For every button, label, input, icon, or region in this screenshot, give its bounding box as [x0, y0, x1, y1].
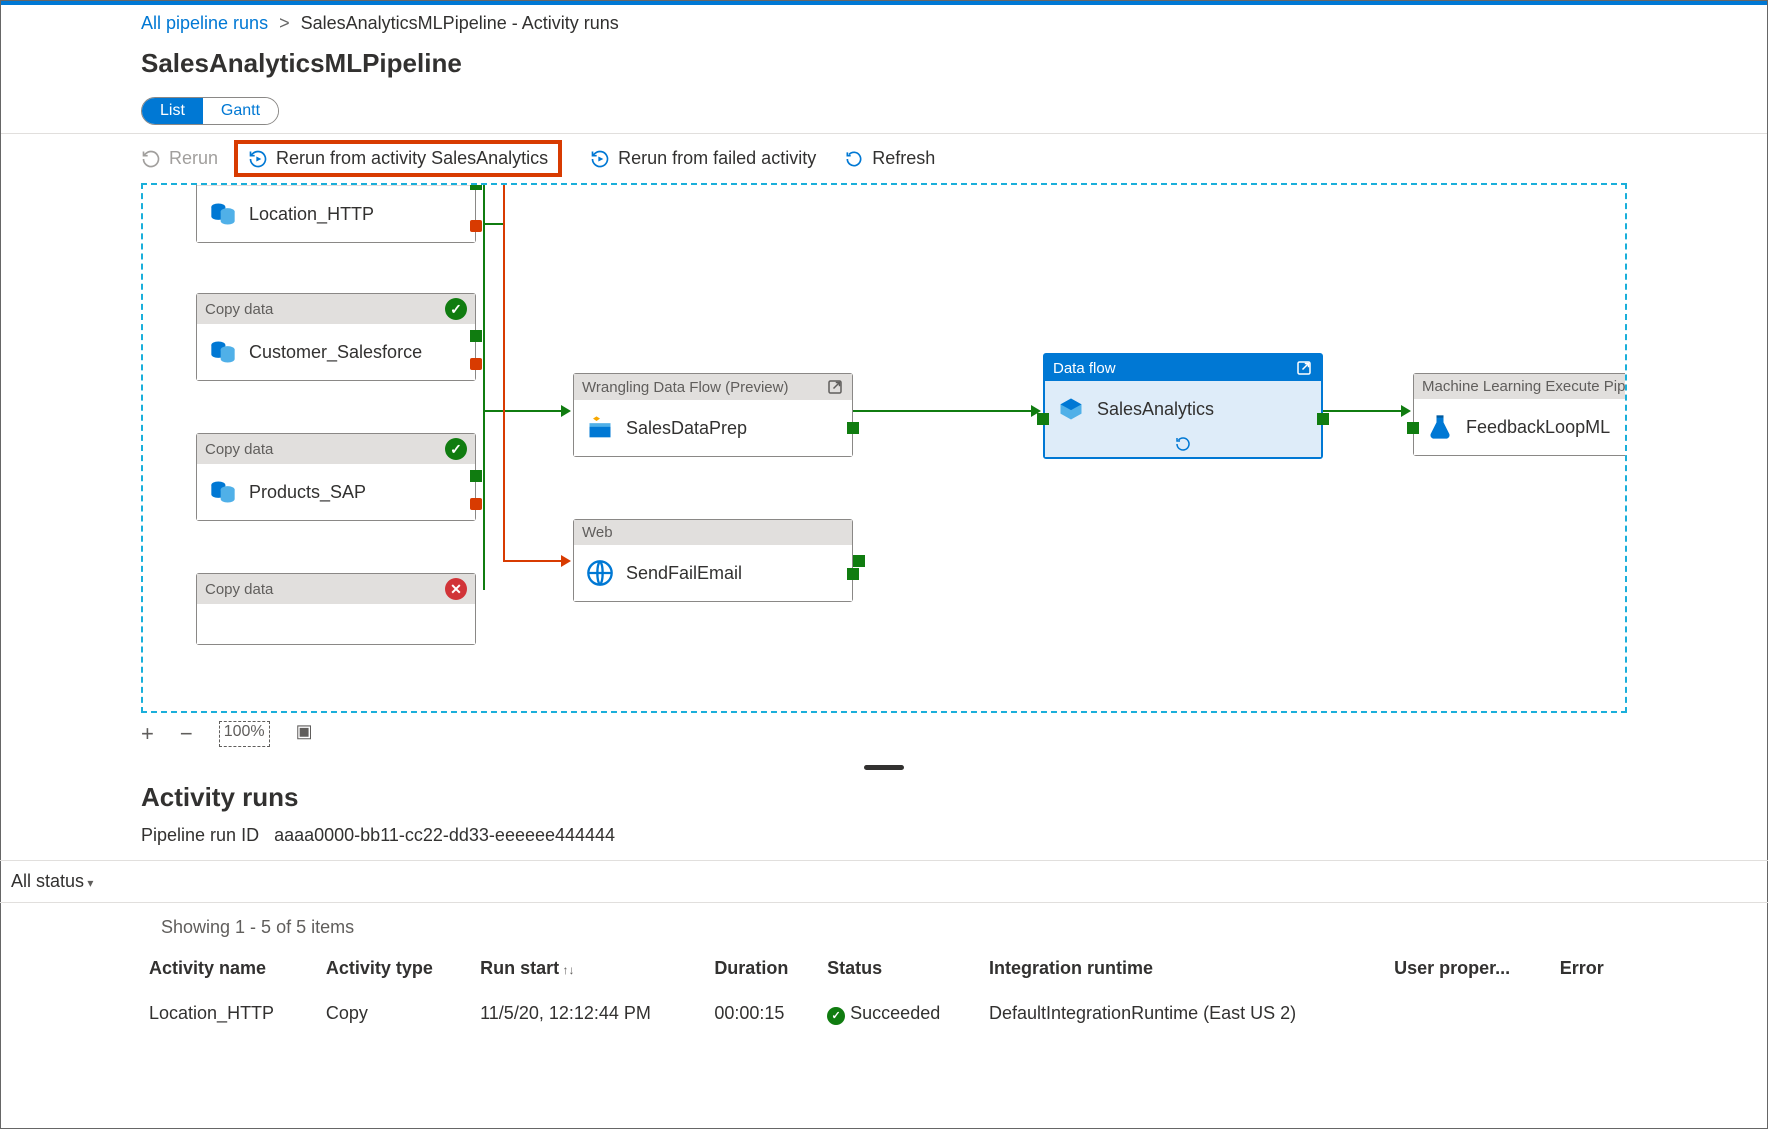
- page-title: SalesAnalyticsMLPipeline: [1, 38, 1767, 97]
- zoom-reset-button[interactable]: ▣: [296, 721, 313, 747]
- rerun-button[interactable]: Rerun: [141, 148, 218, 169]
- zoom-fit-button[interactable]: 100%: [219, 721, 270, 747]
- rerun-icon: [590, 149, 610, 169]
- table-icon: [586, 414, 614, 442]
- col-duration[interactable]: Duration: [706, 948, 819, 989]
- database-icon: [209, 200, 237, 228]
- status-success-icon: ✓: [445, 298, 467, 320]
- activity-node-partial[interactable]: Copy data✕: [196, 573, 476, 645]
- activity-runs-table: Activity name Activity type Run start Du…: [141, 948, 1627, 1039]
- status-success-icon: ✓: [445, 438, 467, 460]
- pipeline-run-id: Pipeline run ID aaaa0000-bb11-cc22-dd33-…: [141, 825, 1627, 846]
- toolbar: Rerun Rerun from activity SalesAnalytics…: [1, 133, 1767, 183]
- globe-icon: [586, 559, 614, 587]
- status-success-icon: ✓: [827, 1007, 845, 1025]
- status-error-icon: ✕: [445, 578, 467, 600]
- result-count: Showing 1 - 5 of 5 items: [141, 903, 1627, 948]
- status-filter-dropdown[interactable]: All status: [11, 871, 93, 891]
- in-progress-icon: [1174, 435, 1192, 453]
- activity-name: SendFailEmail: [626, 563, 742, 584]
- col-activity-type[interactable]: Activity type: [318, 948, 472, 989]
- activity-node-web[interactable]: Web SendFailEmail: [573, 519, 853, 602]
- col-integration-runtime[interactable]: Integration runtime: [981, 948, 1386, 989]
- activity-node-ml[interactable]: Machine Learning Execute Pipeline Feedba…: [1413, 373, 1627, 456]
- col-run-start[interactable]: Run start: [472, 948, 706, 989]
- view-list-tab[interactable]: List: [142, 98, 203, 124]
- activity-name: Location_HTTP: [249, 204, 374, 225]
- rerun-icon: [141, 149, 161, 169]
- activity-name: SalesDataPrep: [626, 418, 747, 439]
- ml-flask-icon: [1426, 413, 1454, 441]
- col-activity-name[interactable]: Activity name: [141, 948, 318, 989]
- highlight-rerun-from-activity: Rerun from activity SalesAnalytics: [234, 140, 562, 177]
- activity-node-wrangle[interactable]: Wrangling Data Flow (Preview) SalesDataP…: [573, 373, 853, 457]
- rerun-icon: [248, 149, 268, 169]
- dataflow-icon: [1057, 395, 1085, 423]
- col-error[interactable]: Error: [1552, 948, 1627, 989]
- rerun-from-failed-button[interactable]: Rerun from failed activity: [590, 148, 816, 169]
- open-external-icon[interactable]: [826, 378, 844, 396]
- table-row[interactable]: Location_HTTP Copy 11/5/20, 12:12:44 PM …: [141, 989, 1627, 1039]
- view-toggle: List Gantt: [141, 97, 1627, 125]
- activity-node-dataflow[interactable]: Data flow SalesAnalytics: [1043, 353, 1323, 459]
- view-gantt-tab[interactable]: Gantt: [203, 98, 278, 124]
- activity-node-products[interactable]: Copy data✓ Products_SAP: [196, 433, 476, 521]
- activity-node-customer[interactable]: Copy data✓ Customer_Salesforce: [196, 293, 476, 381]
- zoom-in-button[interactable]: +: [141, 721, 154, 747]
- col-user-properties[interactable]: User proper...: [1386, 948, 1552, 989]
- rerun-from-activity-button[interactable]: Rerun from activity SalesAnalytics: [248, 148, 548, 169]
- pipeline-canvas[interactable]: Copy data✓ Location_HTTP Copy data✓ Cust…: [141, 183, 1627, 713]
- open-external-icon[interactable]: [1295, 359, 1313, 377]
- activity-name: Customer_Salesforce: [249, 342, 422, 363]
- activity-name: FeedbackLoopML: [1466, 417, 1610, 438]
- breadcrumb-root[interactable]: All pipeline runs: [141, 13, 268, 33]
- breadcrumb-leaf: SalesAnalyticsMLPipeline - Activity runs: [301, 13, 619, 33]
- database-icon: [209, 338, 237, 366]
- refresh-button[interactable]: Refresh: [844, 148, 935, 169]
- splitter-handle[interactable]: [864, 765, 904, 770]
- activity-name: SalesAnalytics: [1097, 399, 1214, 420]
- activity-runs-heading: Activity runs: [141, 782, 1627, 813]
- activity-name: Products_SAP: [249, 482, 366, 503]
- database-icon: [209, 478, 237, 506]
- col-status[interactable]: Status: [819, 948, 981, 989]
- refresh-icon: [844, 149, 864, 169]
- zoom-out-button[interactable]: −: [180, 721, 193, 747]
- activity-node-location[interactable]: Copy data✓ Location_HTTP: [196, 183, 476, 243]
- breadcrumb: All pipeline runs > SalesAnalyticsMLPipe…: [1, 5, 1767, 38]
